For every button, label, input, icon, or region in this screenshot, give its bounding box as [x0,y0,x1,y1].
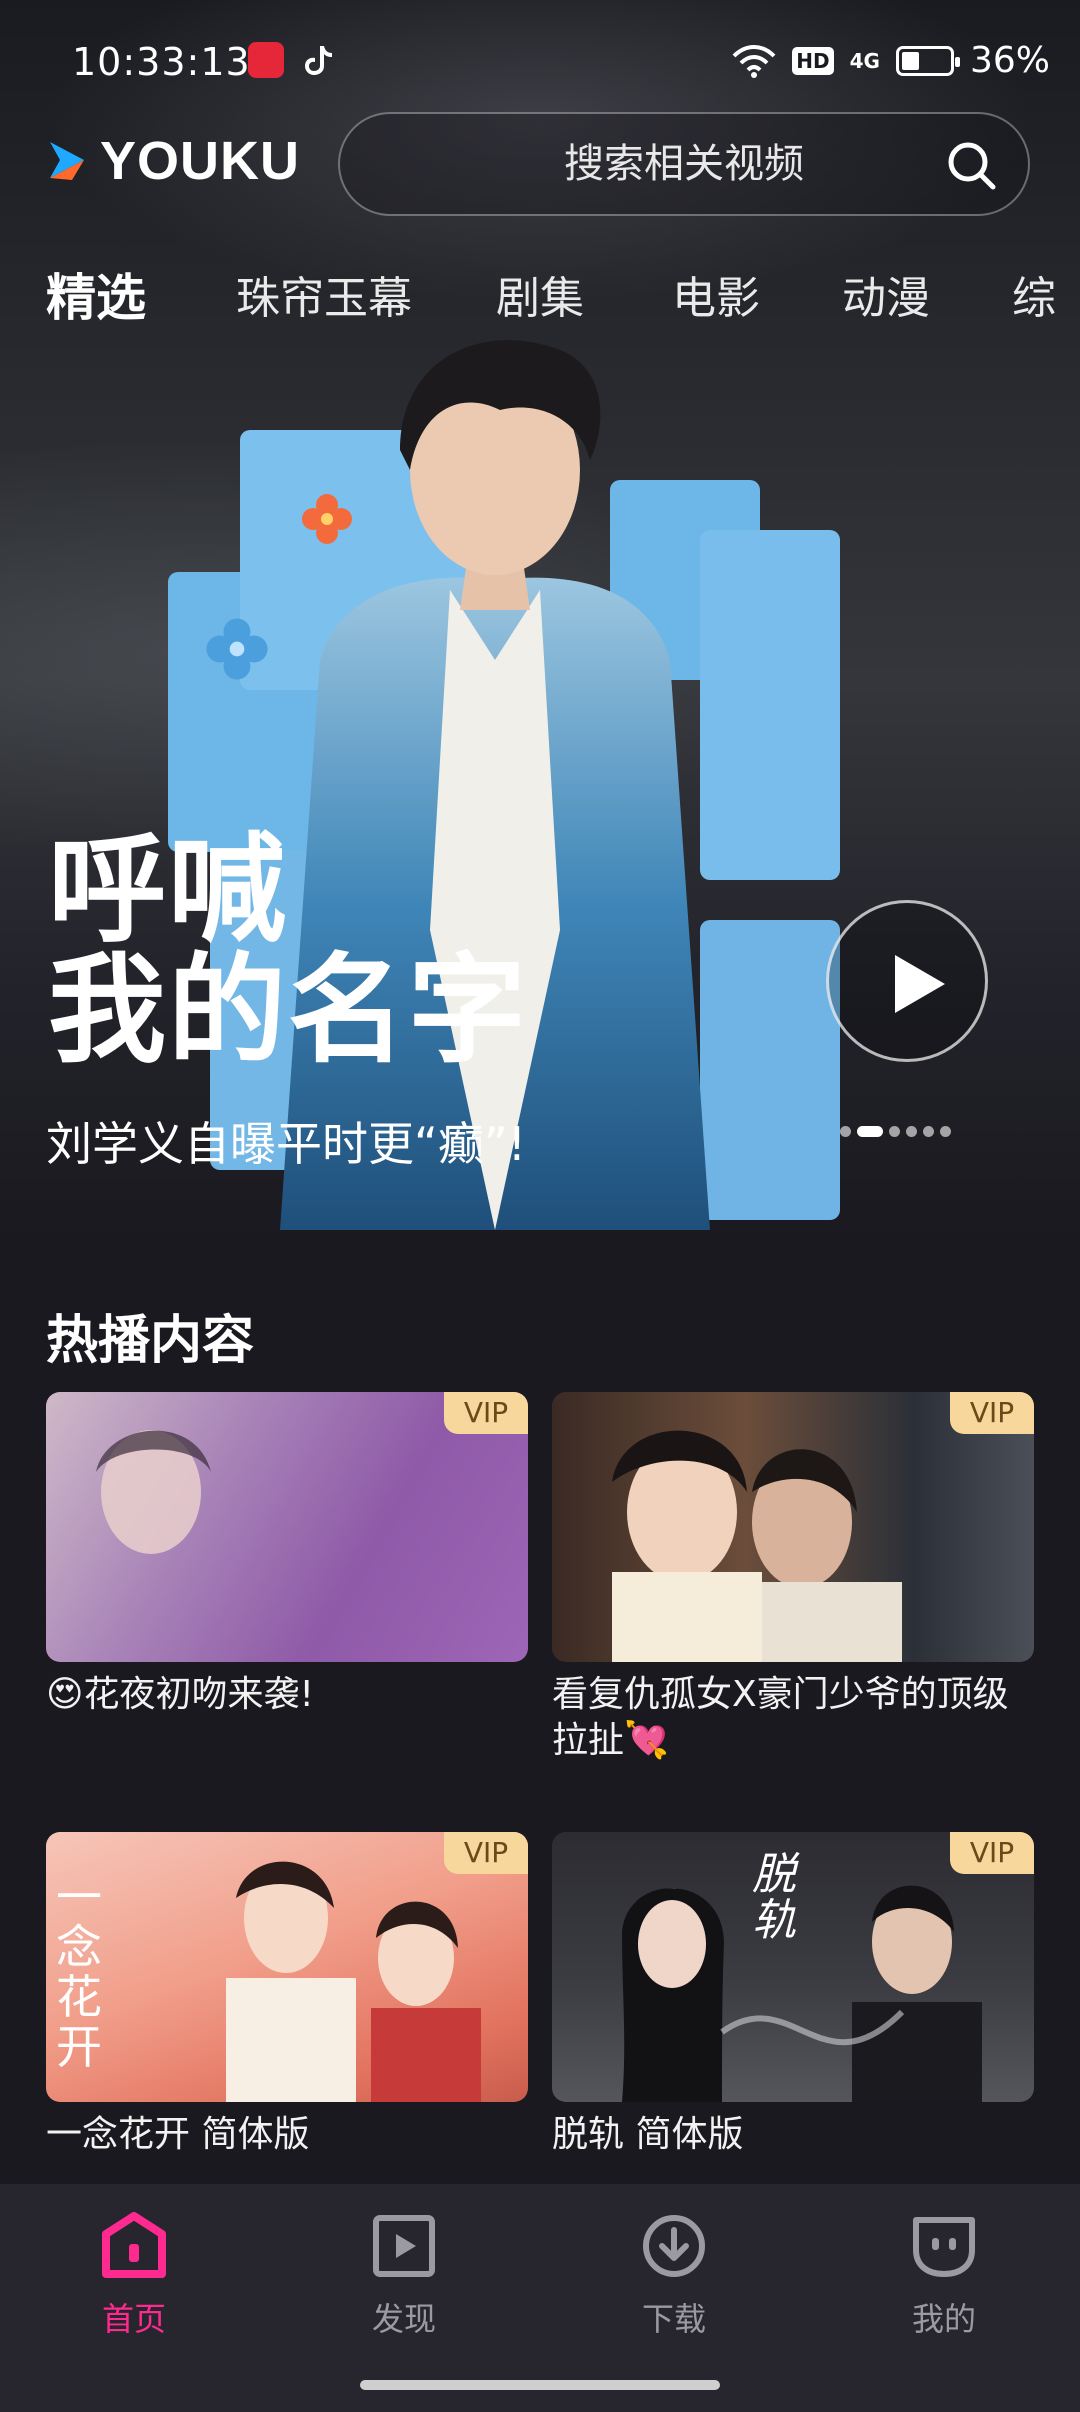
nav-profile-label: 我的 [911,2300,976,2338]
search-icon[interactable] [946,140,998,192]
carousel-dot [923,1126,934,1137]
vip-badge: VIP [444,1832,528,1874]
hot-section-title: 热播内容 [46,1311,255,1371]
video-thumbnail[interactable]: 一念花开 VIP [46,1832,528,2102]
status-bar: 10:33:13 HD 4G 36% [0,0,1080,120]
hero-title: 呼喊 我的名字 [48,830,528,1070]
youku-logo-icon [50,142,84,180]
hero-person-image [280,340,710,1230]
video-title[interactable]: 看复仇孤女X豪门少爷的顶级拉扯💘 [552,1672,1034,1764]
wifi-icon [732,44,776,78]
vip-badge: VIP [444,1392,528,1434]
tab-anime[interactable]: 动漫 [842,262,930,326]
video-title[interactable]: 一念花开 简体版 [46,2112,528,2158]
nav-home-label: 首页 [101,2300,166,2338]
hero-subtitle: 刘学义自曝平时更“癫”! [46,1117,527,1171]
video-title[interactable]: 脱轨 简体版 [552,2112,1034,2158]
nav-home[interactable]: 首页 [54,2210,214,2340]
tab-variety[interactable]: 综 [1012,262,1056,326]
hero-title-line2: 我的名字 [48,941,529,1079]
vip-badge: VIP [950,1392,1034,1434]
nav-discover[interactable]: 发现 [324,2210,484,2340]
battery-fill [901,51,919,70]
carousel-dot [840,1126,851,1137]
thumbnail-couple-art [226,1861,481,2102]
video-card[interactable]: 一念花开 VIP 一念花开 简体版 [46,1832,528,2158]
video-thumbnail[interactable]: 脱轨 VIP [552,1832,1034,2102]
carousel-dot [906,1126,917,1137]
system-home-indicator[interactable] [360,2380,720,2390]
search-bar[interactable] [338,112,1030,216]
hd-icon: HD [792,46,834,75]
carousel-dot [940,1126,951,1137]
youku-logo[interactable]: YOUKU [44,130,300,192]
nav-profile[interactable]: 我的 [864,2210,1024,2340]
vip-badge: VIP [950,1832,1034,1874]
category-tabs: 精选 珠帘玉幕 剧集 电影 动漫 综 [46,262,1080,342]
tab-zhulian-yumu[interactable]: 珠帘玉幕 [236,262,412,326]
carousel-dot [889,1126,900,1137]
carousel-indicator [840,1126,951,1137]
home-icon [102,2212,166,2278]
system-icons: HD 4G 36% [732,40,1050,81]
video-thumbnail[interactable]: VIP [46,1392,528,1662]
battery-icon [895,45,960,76]
nav-download-label: 下载 [641,2300,706,2338]
tab-movies[interactable]: 电影 [672,262,760,326]
video-card[interactable]: VIP 看复仇孤女X豪门少爷的顶级拉扯💘 [552,1392,1034,1764]
thumbnail-couple-art [622,1885,982,2102]
search-input[interactable] [422,140,946,188]
download-icon [643,2215,705,2277]
tab-series[interactable]: 剧集 [496,262,584,326]
hero-title-line1: 呼喊 [48,821,289,959]
youku-notification-icon [248,42,284,78]
thumbnail-face-art [96,1430,211,1554]
bottom-navigation: 首页 发现 下载 我的 [0,2184,1080,2412]
thumbnail-couple-art [612,1430,902,1662]
signal-4g-icon: 4G [849,48,880,73]
carousel-dot [857,1126,883,1137]
discover-play-icon [373,2215,435,2277]
logo-text: YOUKU [100,131,301,191]
video-title[interactable]: 😍花夜初吻来袭! [46,1672,528,1718]
battery-percent: 36% [969,40,1050,81]
status-time: 10:33:13 [72,40,251,84]
tab-featured[interactable]: 精选 [46,262,146,330]
nav-discover-label: 发现 [371,2300,436,2338]
profile-face-icon [913,2217,975,2277]
video-thumbnail[interactable]: VIP [552,1392,1034,1662]
play-button[interactable] [826,900,988,1062]
video-card[interactable]: VIP 😍花夜初吻来袭! [46,1392,528,1718]
nav-download[interactable]: 下载 [594,2210,754,2340]
tiktok-notification-icon [305,46,332,75]
video-card[interactable]: 脱轨 VIP 脱轨 简体版 [552,1832,1034,2158]
poster-title-art: 一念花开 [56,1870,102,2074]
